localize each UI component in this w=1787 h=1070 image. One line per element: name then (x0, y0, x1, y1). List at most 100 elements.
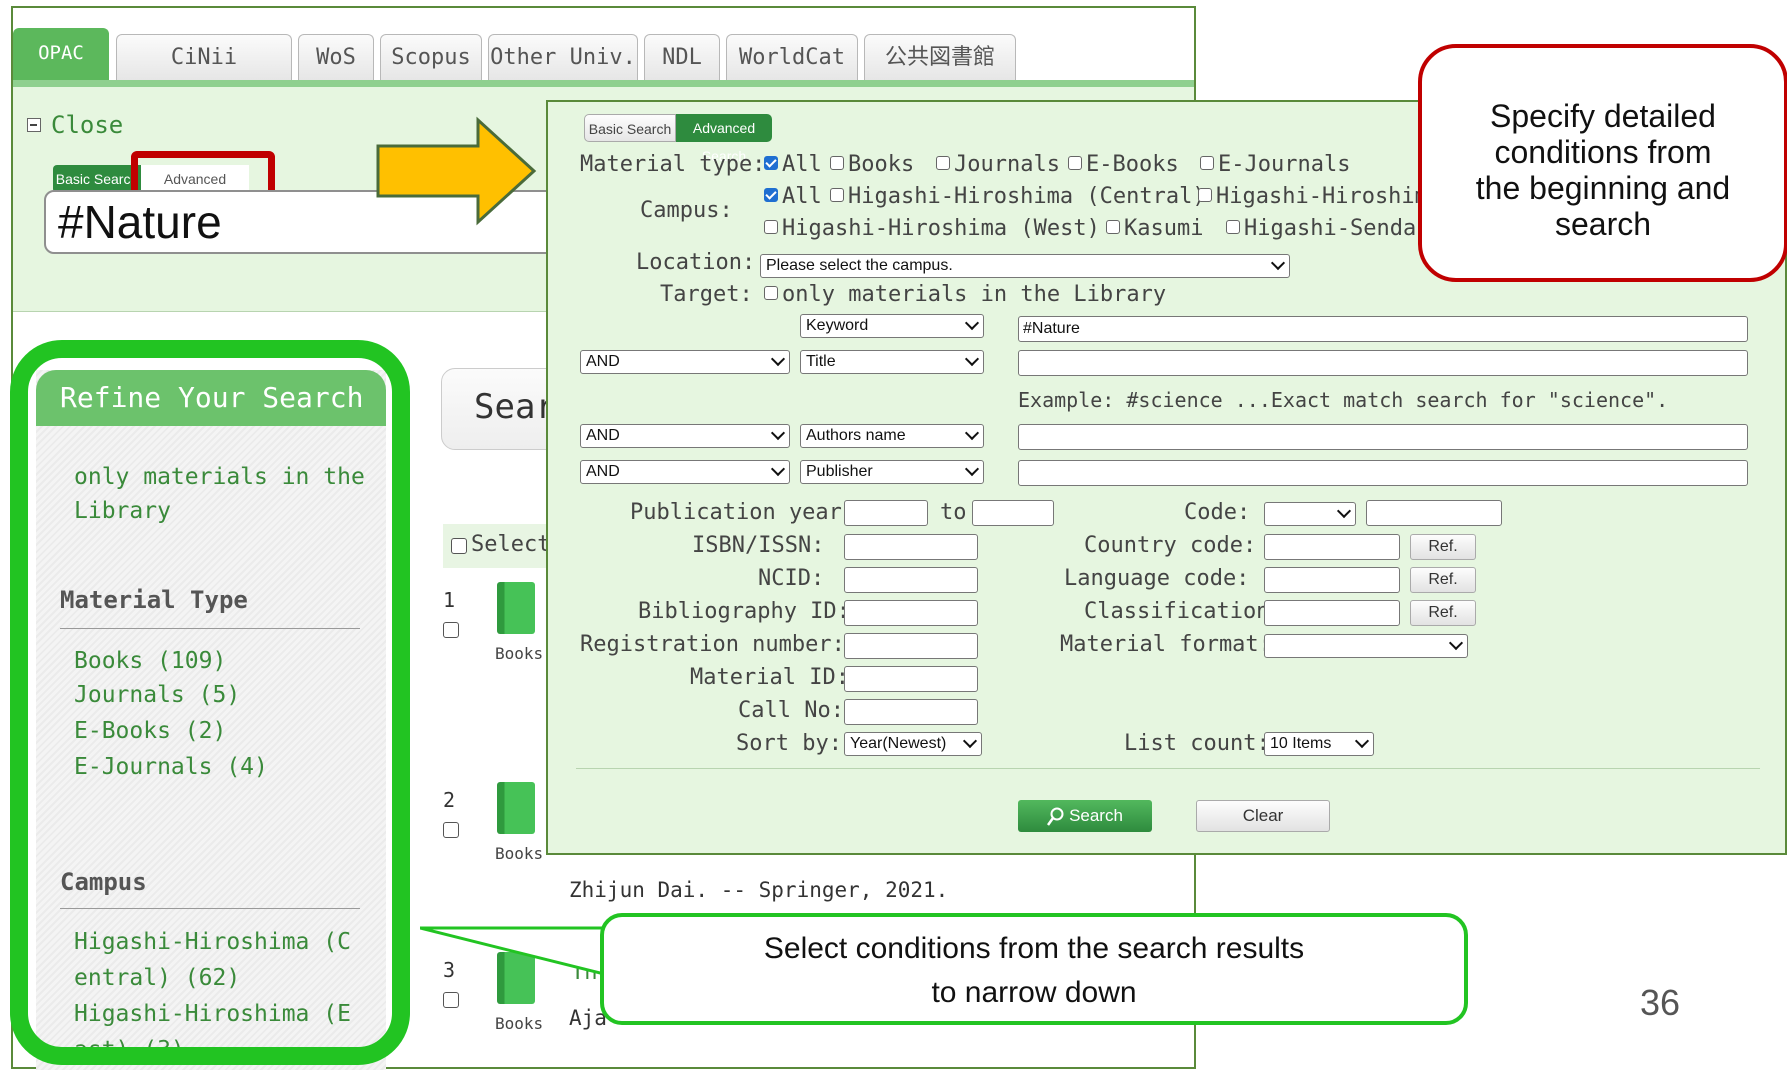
material-format-select[interactable] (1264, 634, 1468, 658)
registration-number-input[interactable] (844, 633, 978, 659)
select-value: 10 Items (1270, 735, 1332, 752)
operator2-select[interactable]: AND (580, 350, 790, 374)
material-type-journals-option[interactable]: Journals (936, 152, 1060, 177)
operator4-select[interactable]: AND (580, 460, 790, 484)
clear-button[interactable]: Clear (1196, 800, 1330, 832)
field4-select[interactable]: Publisher (800, 460, 984, 484)
pub-year-from-input[interactable] (844, 500, 928, 526)
field2-select[interactable]: Title (800, 350, 984, 374)
result-checkbox[interactable] (443, 622, 459, 638)
campus-label: Campus: (640, 198, 733, 223)
chevron-down-icon (964, 425, 980, 441)
checkbox-icon[interactable] (764, 286, 778, 300)
material-type-ebooks-option[interactable]: E-Books (1068, 152, 1179, 177)
search-button[interactable]: Search (1018, 800, 1152, 832)
refine-highlight-outline (10, 340, 410, 1065)
checkbox-icon[interactable] (764, 220, 778, 234)
call-no-label: Call No: (738, 698, 844, 723)
tab-cinii-research[interactable]: CiNii Research (116, 34, 292, 116)
country-code-input[interactable] (1264, 534, 1400, 560)
campus-higashi-senda-option[interactable]: Higashi-Senda (1226, 216, 1416, 241)
checkbox-icon[interactable] (1198, 188, 1212, 202)
language-code-input[interactable] (1264, 567, 1400, 593)
callout-advanced-search: Specify detailed conditions from the beg… (1418, 44, 1787, 282)
callout-line: the beginning and (1475, 170, 1731, 206)
tab-ndl[interactable]: NDL (644, 34, 720, 80)
tab-other-univ[interactable]: Other Univ. (488, 34, 638, 80)
select-all-checkbox[interactable] (451, 538, 467, 554)
authors-input[interactable] (1018, 424, 1748, 450)
tab-scopus[interactable]: Scopus (380, 34, 482, 80)
material-type-all-option[interactable]: All (764, 152, 822, 177)
keyword-input[interactable]: #Nature (1018, 316, 1748, 342)
code-input[interactable] (1366, 500, 1502, 526)
checkbox-checked-icon[interactable] (764, 156, 778, 170)
call-no-input[interactable] (844, 699, 978, 725)
campus-kasumi-option[interactable]: Kasumi (1106, 216, 1203, 241)
material-id-input[interactable] (844, 666, 978, 692)
tab-worldcat[interactable]: WorldCat (726, 34, 858, 80)
campus-central-option[interactable]: Higashi-Hiroshima (Central) (830, 184, 1206, 209)
select-value: AND (586, 463, 620, 480)
option-label: E-Journals (1218, 152, 1351, 177)
option-label: Higashi-Senda (1244, 216, 1417, 241)
book-icon (497, 582, 535, 634)
ncid-input[interactable] (844, 567, 978, 593)
chevron-down-icon (770, 425, 786, 441)
classification-ref-button[interactable]: Ref. (1410, 600, 1476, 626)
callout-line: conditions from (1494, 134, 1712, 170)
material-type-ejournals-option[interactable]: E-Journals (1200, 152, 1350, 177)
select-value: Year(Newest) (850, 735, 947, 752)
bibliography-id-input[interactable] (844, 600, 978, 626)
tab-public-library[interactable]: 公共図書館 (864, 34, 1016, 80)
target-library-option[interactable]: only materials in the Library (764, 282, 1166, 307)
code-type-select[interactable] (1264, 502, 1356, 526)
checkbox-icon[interactable] (830, 156, 844, 170)
checkbox-icon[interactable] (830, 188, 844, 202)
option-label: E-Books (1086, 152, 1179, 177)
country-code-ref-button[interactable]: Ref. (1410, 534, 1476, 560)
campus-higashi-hiroshima-option[interactable]: Higashi-Hiroshim (1198, 184, 1428, 209)
list-count-select[interactable]: 10 Items (1264, 732, 1374, 756)
field3-select[interactable]: Authors name (800, 424, 984, 448)
adv-advanced-search-tab[interactable]: Advanced Search (676, 114, 772, 164)
divider (576, 768, 1760, 769)
results-header: Sear (474, 387, 556, 427)
operator3-select[interactable]: AND (580, 424, 790, 448)
close-toggle[interactable]: Close (27, 111, 123, 139)
language-code-ref-button[interactable]: Ref. (1410, 567, 1476, 593)
result-checkbox[interactable] (443, 992, 459, 1008)
field1-select[interactable]: Keyword (800, 314, 984, 338)
code-label: Code: (1184, 500, 1251, 525)
checkbox-icon[interactable] (1200, 156, 1214, 170)
publisher-input[interactable] (1018, 460, 1748, 486)
classification-input[interactable] (1264, 600, 1400, 626)
campus-all-option[interactable]: All (764, 184, 822, 209)
material-type-books-option[interactable]: Books (830, 152, 914, 177)
checkbox-checked-icon[interactable] (764, 188, 778, 202)
classification-label: Classification: (1084, 599, 1283, 624)
result-number: 2 (443, 788, 456, 812)
basic-search-tab[interactable]: Basic Search (53, 165, 141, 193)
title-input[interactable] (1018, 350, 1748, 376)
sort-by-label: Sort by: (736, 731, 842, 756)
checkbox-icon[interactable] (936, 156, 950, 170)
pub-year-to-input[interactable] (972, 500, 1054, 526)
campus-west-option[interactable]: Higashi-Hiroshima (West) (764, 216, 1100, 241)
checkbox-icon[interactable] (1106, 220, 1120, 234)
sort-by-select[interactable]: Year(Newest) (844, 732, 982, 756)
checkbox-icon[interactable] (1226, 220, 1240, 234)
result-checkbox[interactable] (443, 822, 459, 838)
target-label: Target: (660, 282, 753, 307)
location-select[interactable]: Please select the campus. (760, 254, 1290, 278)
checkbox-icon[interactable] (1068, 156, 1082, 170)
tab-wos[interactable]: WoS (298, 34, 374, 80)
tab-opac[interactable]: OPAC (13, 28, 109, 84)
isbn-input[interactable] (844, 534, 978, 560)
option-label: Higashi-Hiroshim (1216, 184, 1428, 209)
option-label: Higashi-Hiroshima (West) (782, 216, 1100, 241)
select-value: Keyword (806, 317, 869, 334)
location-value: Please select the campus. (766, 257, 953, 274)
list-count-label: List count: (1124, 731, 1270, 756)
adv-basic-search-tab[interactable]: Basic Search (584, 114, 676, 142)
